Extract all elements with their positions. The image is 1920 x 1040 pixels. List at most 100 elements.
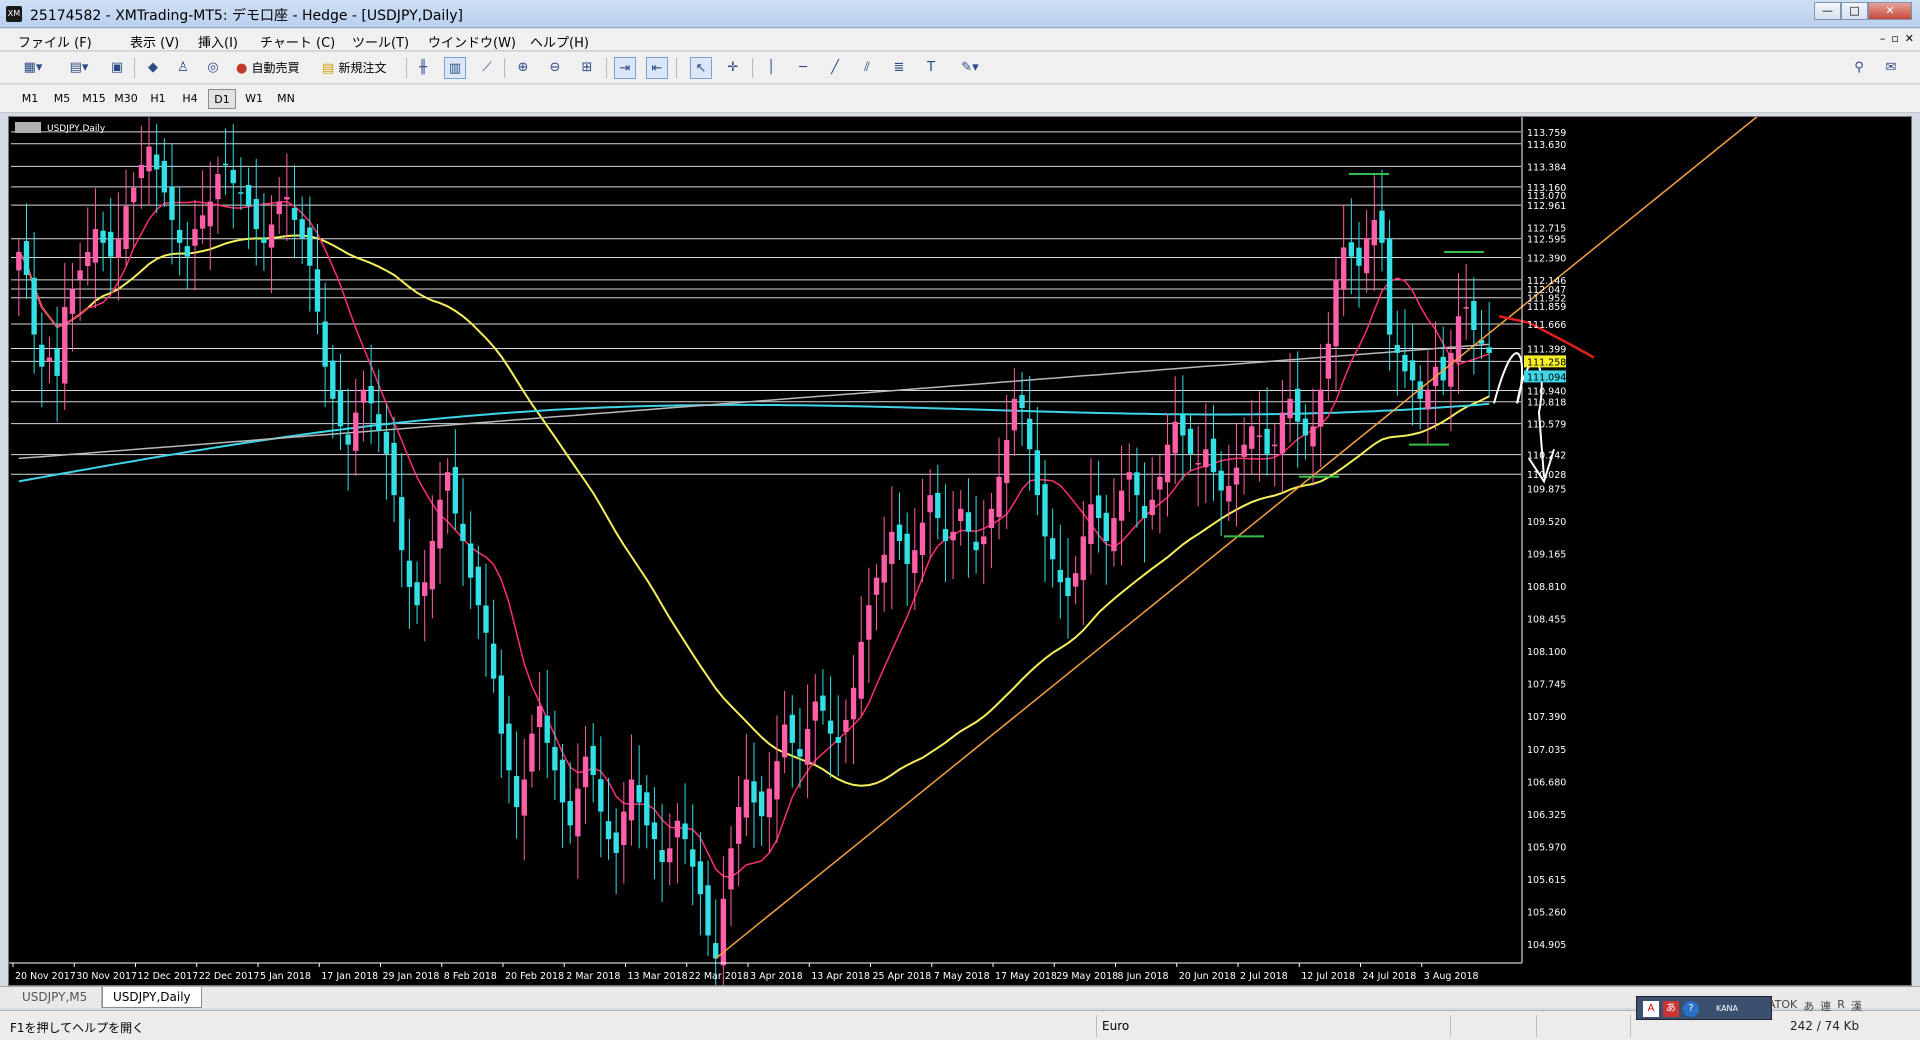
window-title: 25174582 - XMTrading-MT5: デモ口座 - Hedge -… [30,8,463,24]
candle-body [169,186,175,220]
candle-body [873,577,880,595]
price-chart[interactable]: USDJPY,Daily 113.759113.630113.384113.160… [9,117,1911,985]
ime-kana-icon[interactable]: KANA [1707,1001,1747,1017]
profiles-icon[interactable]: ▤▾ [60,57,98,79]
ime-atok-label: ATOK [1768,998,1798,1011]
menu-window[interactable]: ウインドウ(W) [428,32,516,51]
cursor-icon[interactable]: ↖ [690,57,712,79]
auto-trading-button[interactable]: ● 自動売買 [236,57,316,79]
signals-icon[interactable]: ◎ [202,57,224,79]
new-order-button[interactable]: ▤ 新規注文 [322,57,402,79]
mdi-minimize-button[interactable]: – [1880,32,1886,45]
menu-chart[interactable]: チャート (C) [260,32,335,51]
candle-body [889,531,895,564]
new-order-icon: ▤ [322,61,335,76]
strategy-tester-icon[interactable]: ◆ [142,57,164,79]
timeframe-w1[interactable]: W1 [240,89,268,109]
zoom-out-icon[interactable]: ⊖ [544,57,566,79]
maximize-button[interactable]: □ [1841,2,1868,20]
candle-body [1004,440,1010,484]
candle-body [276,201,282,215]
search-icon[interactable]: ⚲ [1848,57,1870,79]
menu-insert[interactable]: 挿入(I) [198,32,238,51]
candle-body [1118,490,1125,521]
candle-body [881,554,887,583]
status-help-text: F1を押してヘルプを開く [10,1021,145,1035]
crosshair-icon[interactable]: ✛ [722,57,744,79]
chart-shift-icon[interactable]: ⇤ [646,57,668,79]
candle-body [429,541,436,590]
tab-usdjpy-daily[interactable]: USDJPY,Daily [102,987,202,1008]
horizontal-line-icon[interactable]: ─ [792,57,814,79]
menu-tools[interactable]: ツール(T) [352,32,409,51]
candlestick-icon[interactable]: ▥ [444,57,466,79]
price-tick-label: 104.905 [1527,940,1566,951]
candle-body [353,412,359,451]
candle-body [1325,343,1332,379]
chart-window[interactable]: USDJPY,Daily 113.759 113.630 113.384 113.160… [8,116,1912,986]
chat-icon[interactable]: ✉ [1880,57,1902,79]
mdi-close-button[interactable]: ✕ [1905,32,1914,45]
objects-menu-icon[interactable]: ✎▾ [952,57,988,79]
autoscroll-icon[interactable]: ⇥ [614,57,636,79]
candle-body [644,792,650,826]
candle-body [16,252,22,271]
candle-body [559,759,566,803]
status-bar: F1を押してヘルプを開く Euro 242 / 74 Kb [0,1010,1920,1040]
timeframe-mn[interactable]: MN [272,89,300,109]
timeframe-h4[interactable]: H4 [176,89,204,109]
price-tick-label: 111.399 [1527,344,1566,355]
date-tick-label: 30 Nov 2017 [76,971,137,982]
status-profile[interactable]: Euro [1102,1019,1129,1033]
bar-chart-icon[interactable]: ╫ [412,57,434,79]
ime-mode-icon[interactable]: あ [1663,1001,1679,1017]
candle-body [437,499,443,549]
timeframe-m15[interactable]: M15 [80,89,108,109]
candle-body [835,737,841,743]
trendline-icon[interactable]: ╱ [824,57,846,79]
new-chart-icon[interactable]: ▦▾ [14,57,52,79]
equidistant-channel-icon[interactable]: ⫽ [856,57,878,79]
candle-body [1210,438,1217,473]
text-icon[interactable]: T [920,57,942,79]
menu-file[interactable]: ファイル (F) [18,32,92,51]
candle-body [1463,307,1469,309]
ime-logo-icon[interactable]: A [1643,1001,1659,1017]
candle-body [345,434,351,445]
tab-usdjpy-m5[interactable]: USDJPY,M5 [12,987,102,1008]
candle-body [751,781,757,803]
ime-mode-kan[interactable]: 漢 [1851,998,1862,1014]
candle-body [1310,426,1316,447]
ime-mode-r[interactable]: R [1837,998,1845,1014]
timeframe-m1[interactable]: M1 [16,89,44,109]
mdi-restore-button[interactable]: ▫ [1891,32,1898,45]
ime-mode-a[interactable]: あ [1803,998,1814,1014]
candle-body [368,385,374,404]
price-tick-label: 110.940 [1527,387,1566,398]
ime-mode-ren[interactable]: 連 [1820,998,1831,1014]
zoom-in-icon[interactable]: ⊕ [512,57,534,79]
timeframe-m5[interactable]: M5 [48,89,76,109]
fibonacci-icon[interactable]: ≣ [888,57,910,79]
line-chart-icon[interactable]: ⟋ [476,57,498,79]
candle-body [919,522,926,556]
tile-windows-icon[interactable]: ⊞ [576,57,598,79]
candle-body [1448,352,1454,387]
vertical-line-icon[interactable]: │ [760,57,782,79]
menu-help[interactable]: ヘルプ(H) [530,32,589,51]
navigator-icon[interactable]: ♙ [172,57,194,79]
trendline[interactable] [715,117,1769,959]
timeframe-h1[interactable]: H1 [144,89,172,109]
ime-help-icon[interactable]: ? [1683,1001,1699,1017]
timeframe-m30[interactable]: M30 [112,89,140,109]
candle-body [92,229,99,263]
app-logo-icon: XM [6,6,22,22]
price-tick-label: 110.028 [1527,470,1566,481]
timeframe-d1[interactable]: D1 [208,89,236,109]
menu-view[interactable]: 表示 (V) [130,32,179,51]
candle-body [529,733,535,772]
minimize-button[interactable]: — [1814,2,1841,20]
candle-body [1394,345,1400,353]
close-button[interactable]: ✕ [1868,2,1912,20]
market-watch-icon[interactable]: ▣ [106,57,128,79]
